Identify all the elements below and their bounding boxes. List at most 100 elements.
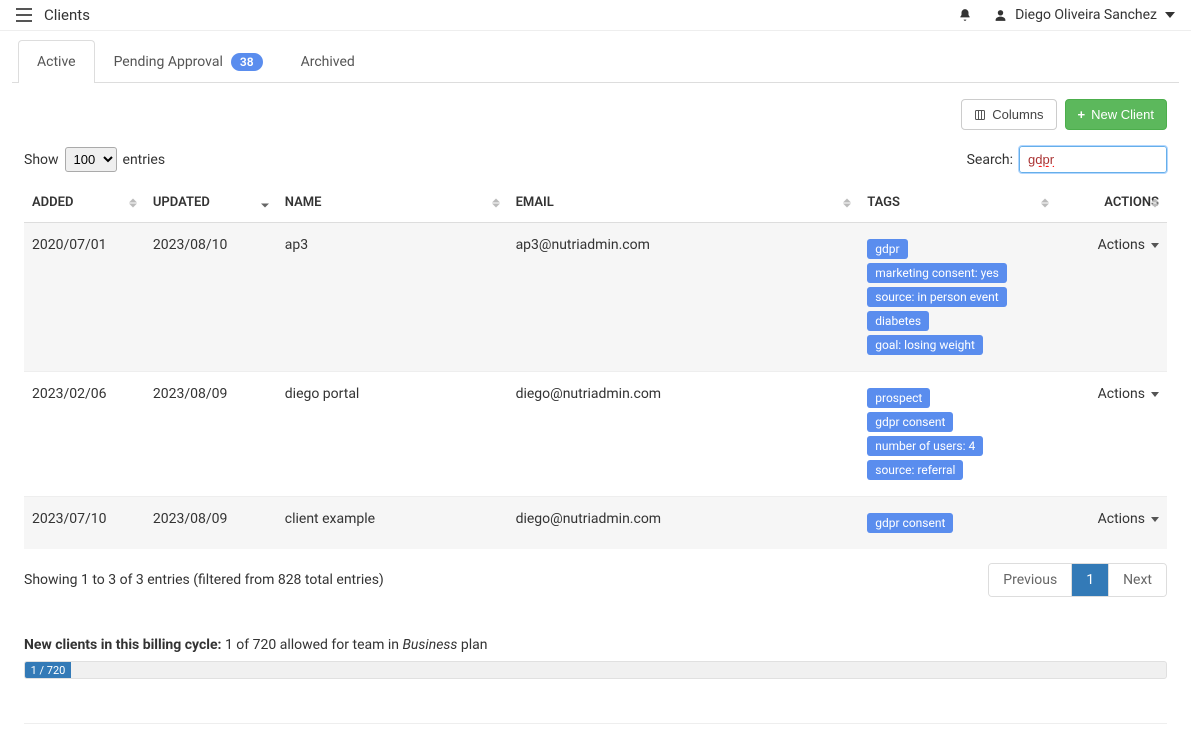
entries-label: entries xyxy=(123,152,166,168)
cell-name: ap3 xyxy=(277,223,508,372)
actions-label: Actions xyxy=(1098,237,1145,253)
sort-icon xyxy=(261,198,269,207)
cell-name: diego portal xyxy=(277,372,508,497)
cell-email: ap3@nutriadmin.com xyxy=(508,223,860,372)
col-tags[interactable]: TAGS xyxy=(859,183,1057,223)
billing-label: New clients in this billing cycle: xyxy=(24,637,221,653)
content: Active Pending Approval 38 Archived Colu… xyxy=(0,39,1191,748)
progress-bar-fill: 1 / 720 xyxy=(25,662,71,678)
cell-email: diego@nutriadmin.com xyxy=(508,372,860,497)
billing-section: New clients in this billing cycle: 1 of … xyxy=(12,611,1179,687)
topbar-left: Clients xyxy=(16,6,90,24)
sort-icon xyxy=(843,198,851,207)
cell-tags: gdpr consent xyxy=(859,497,1057,550)
tag[interactable]: source: referral xyxy=(867,460,963,480)
user-menu[interactable]: Diego Oliveira Sanchez xyxy=(994,7,1175,23)
col-actions[interactable]: ACTIONS xyxy=(1057,183,1167,223)
tag[interactable]: number of users: 4 xyxy=(867,436,983,456)
cell-updated: 2023/08/10 xyxy=(145,223,277,372)
progress-bar-track: 1 / 720 xyxy=(24,661,1167,679)
menu-icon[interactable] xyxy=(16,8,32,22)
next-button[interactable]: Next xyxy=(1109,564,1166,596)
billing-plan: Business xyxy=(402,637,457,653)
plus-icon: + xyxy=(1078,107,1086,122)
col-email[interactable]: EMAIL xyxy=(508,183,860,223)
bell-icon[interactable] xyxy=(958,8,972,22)
columns-button-label: Columns xyxy=(992,107,1043,122)
user-name: Diego Oliveira Sanchez xyxy=(1015,7,1157,23)
actions-label: Actions xyxy=(1098,386,1145,402)
actions-button[interactable]: Actions xyxy=(1098,386,1159,402)
tab-archived-label: Archived xyxy=(301,54,355,70)
pending-badge: 38 xyxy=(231,53,263,71)
clients-table: ADDED UPDATED NAME EMAIL TAGS xyxy=(24,183,1167,549)
tag[interactable]: gdpr consent xyxy=(867,513,953,533)
tag[interactable]: gdpr xyxy=(867,239,907,259)
table-controls: Show 100 entries Search: xyxy=(12,142,1179,183)
new-client-label: New Client xyxy=(1091,107,1154,122)
columns-icon xyxy=(974,107,986,122)
cell-actions: Actions xyxy=(1057,497,1167,550)
show-entries: Show 100 entries xyxy=(24,147,165,172)
col-added[interactable]: ADDED xyxy=(24,183,145,223)
tag[interactable]: goal: losing weight xyxy=(867,335,983,355)
sort-icon xyxy=(492,198,500,207)
cell-tags: prospect gdpr consent number of users: 4 so… xyxy=(859,372,1057,497)
caret-down-icon xyxy=(1151,517,1159,522)
caret-down-icon xyxy=(1151,392,1159,397)
tab-pending-approval[interactable]: Pending Approval 38 xyxy=(95,40,282,83)
toolbar: Columns + New Client xyxy=(12,83,1179,142)
sort-icon xyxy=(1151,198,1159,207)
col-updated[interactable]: UPDATED xyxy=(145,183,277,223)
prev-button[interactable]: Previous xyxy=(989,564,1072,596)
tab-active-label: Active xyxy=(37,54,76,70)
caret-down-icon xyxy=(1151,243,1159,248)
tag[interactable]: marketing consent: yes xyxy=(867,263,1007,283)
cell-actions: Actions xyxy=(1057,372,1167,497)
actions-button[interactable]: Actions xyxy=(1098,237,1159,253)
new-client-button[interactable]: + New Client xyxy=(1065,99,1167,130)
topbar-right: Diego Oliveira Sanchez xyxy=(958,7,1175,23)
page-1-button[interactable]: 1 xyxy=(1072,564,1109,596)
actions-button[interactable]: Actions xyxy=(1098,511,1159,527)
show-label: Show xyxy=(24,152,59,168)
billing-before-plan: 1 of 720 allowed for team in xyxy=(221,637,402,653)
caret-down-icon xyxy=(1165,12,1175,18)
user-icon xyxy=(994,9,1007,22)
table-row[interactable]: 2020/07/012023/08/10ap3ap3@nutriadmin.co… xyxy=(24,223,1167,372)
cell-added: 2023/07/10 xyxy=(24,497,145,550)
tabs: Active Pending Approval 38 Archived xyxy=(12,39,1179,83)
page-title: Clients xyxy=(44,6,90,24)
tag[interactable]: source: in person event xyxy=(867,287,1006,307)
sort-icon xyxy=(1041,198,1049,207)
tab-archived[interactable]: Archived xyxy=(282,40,374,83)
cell-email: diego@nutriadmin.com xyxy=(508,497,860,550)
table-row[interactable]: 2023/07/102023/08/09client examplediego@… xyxy=(24,497,1167,550)
table-row[interactable]: 2023/02/062023/08/09diego portaldiego@nu… xyxy=(24,372,1167,497)
tag[interactable]: gdpr consent xyxy=(867,412,953,432)
cell-updated: 2023/08/09 xyxy=(145,372,277,497)
divider xyxy=(24,723,1167,724)
tag[interactable]: prospect xyxy=(867,388,930,408)
billing-after-plan: plan xyxy=(457,637,487,653)
cell-added: 2020/07/01 xyxy=(24,223,145,372)
pagination: Previous 1 Next xyxy=(988,563,1167,597)
search-block: Search: xyxy=(967,146,1167,173)
page-size-select[interactable]: 100 xyxy=(65,147,117,172)
topbar: Clients Diego Oliveira Sanchez xyxy=(0,0,1191,31)
tab-active[interactable]: Active xyxy=(18,40,95,83)
tag[interactable]: diabetes xyxy=(867,311,929,331)
actions-label: Actions xyxy=(1098,511,1145,527)
table-footer: Showing 1 to 3 of 3 entries (filtered fr… xyxy=(12,549,1179,611)
search-label: Search: xyxy=(967,152,1013,168)
sort-icon xyxy=(129,198,137,207)
search-input[interactable] xyxy=(1019,146,1167,173)
columns-button[interactable]: Columns xyxy=(961,99,1056,130)
cell-added: 2023/02/06 xyxy=(24,372,145,497)
col-name[interactable]: NAME xyxy=(277,183,508,223)
cell-name: client example xyxy=(277,497,508,550)
cell-tags: gdpr marketing consent: yes source: in per… xyxy=(859,223,1057,372)
cell-updated: 2023/08/09 xyxy=(145,497,277,550)
tab-pending-label: Pending Approval xyxy=(114,54,223,70)
cell-actions: Actions xyxy=(1057,223,1167,372)
